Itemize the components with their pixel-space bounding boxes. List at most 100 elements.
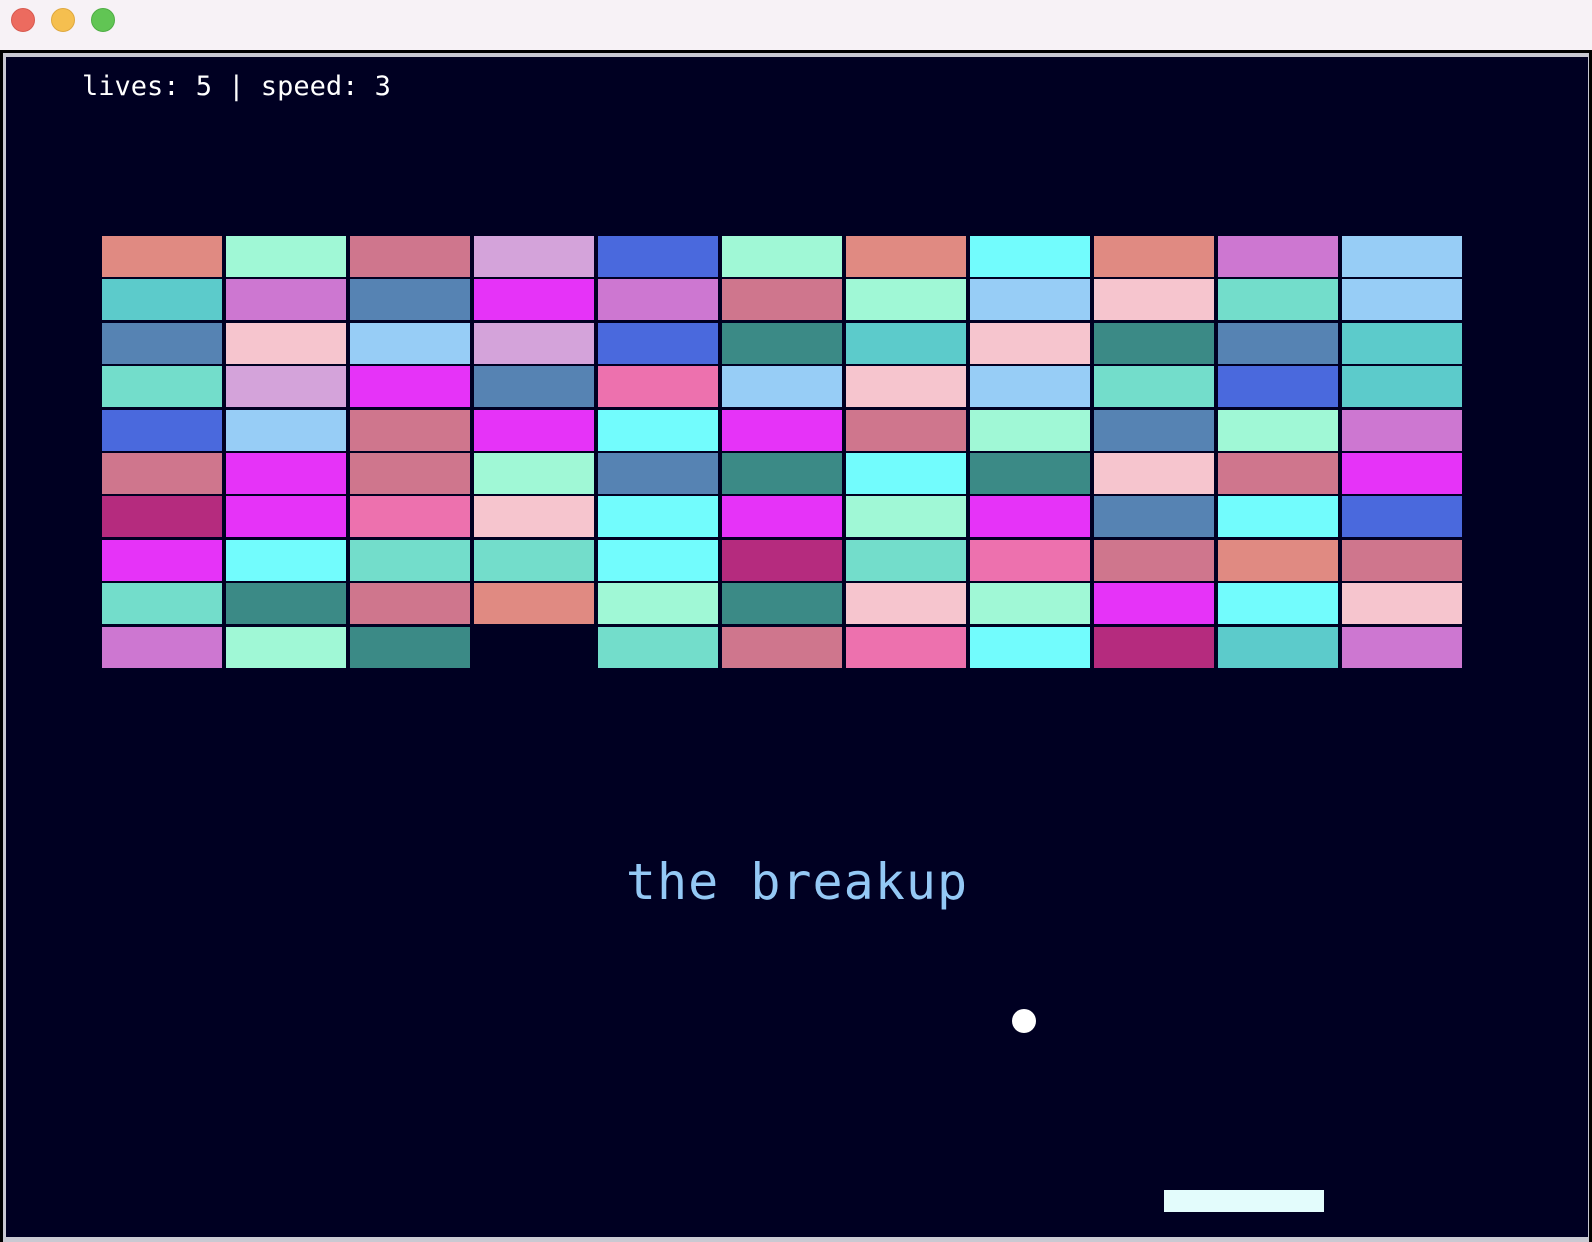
brick	[1342, 323, 1462, 364]
brick	[1094, 540, 1214, 581]
brick	[474, 323, 594, 364]
brick	[1342, 627, 1462, 668]
brick	[1094, 496, 1214, 537]
brick	[102, 236, 222, 277]
brick	[102, 583, 222, 624]
brick	[102, 453, 222, 494]
brick	[722, 496, 842, 537]
brick	[474, 236, 594, 277]
brick	[722, 323, 842, 364]
brick	[350, 583, 470, 624]
close-window-button[interactable]	[11, 8, 35, 32]
brick	[474, 366, 594, 407]
brick	[1218, 279, 1338, 320]
brick	[226, 627, 346, 668]
brick	[226, 323, 346, 364]
brick	[1094, 410, 1214, 451]
brick	[1342, 453, 1462, 494]
game-canvas[interactable]: lives: 5 | speed: 3 the breakup	[6, 57, 1588, 1237]
brick	[970, 366, 1090, 407]
brick	[1342, 583, 1462, 624]
brick	[970, 496, 1090, 537]
brick	[598, 366, 718, 407]
brick	[598, 496, 718, 537]
brick	[970, 540, 1090, 581]
brick	[598, 279, 718, 320]
brick	[102, 627, 222, 668]
brick	[1218, 410, 1338, 451]
brick	[1218, 496, 1338, 537]
brick	[598, 410, 718, 451]
brick	[226, 366, 346, 407]
brick	[846, 496, 966, 537]
paddle[interactable]	[1164, 1190, 1324, 1212]
brick	[722, 236, 842, 277]
brick	[722, 366, 842, 407]
brick	[1094, 279, 1214, 320]
brick	[846, 453, 966, 494]
brick	[1218, 540, 1338, 581]
minimize-window-button[interactable]	[51, 8, 75, 32]
brick	[598, 453, 718, 494]
brick	[350, 323, 470, 364]
brick	[1342, 366, 1462, 407]
brick	[226, 583, 346, 624]
brick	[598, 627, 718, 668]
brick	[970, 410, 1090, 451]
brick	[970, 627, 1090, 668]
brick	[846, 236, 966, 277]
brick	[226, 540, 346, 581]
brick	[102, 496, 222, 537]
brick	[226, 410, 346, 451]
hud-status: lives: 5 | speed: 3	[82, 71, 391, 102]
brick	[846, 540, 966, 581]
brick	[226, 279, 346, 320]
brick-grid	[102, 236, 1470, 670]
brick	[1094, 236, 1214, 277]
brick	[1342, 236, 1462, 277]
brick	[598, 540, 718, 581]
brick	[474, 496, 594, 537]
brick	[1218, 453, 1338, 494]
brick	[598, 583, 718, 624]
brick	[846, 323, 966, 364]
brick	[474, 453, 594, 494]
brick	[226, 496, 346, 537]
brick	[1218, 627, 1338, 668]
brick	[1094, 366, 1214, 407]
brick	[474, 279, 594, 320]
brick	[1094, 323, 1214, 364]
brick	[1218, 583, 1338, 624]
window-titlebar	[0, 0, 1592, 50]
brick	[846, 583, 966, 624]
brick	[1218, 323, 1338, 364]
brick	[474, 540, 594, 581]
brick	[102, 540, 222, 581]
game-title: the breakup	[625, 853, 969, 911]
brick	[722, 583, 842, 624]
brick	[1342, 496, 1462, 537]
maximize-window-button[interactable]	[91, 8, 115, 32]
brick	[1218, 366, 1338, 407]
brick	[722, 627, 842, 668]
brick	[102, 366, 222, 407]
brick	[1342, 279, 1462, 320]
brick	[474, 583, 594, 624]
brick	[226, 453, 346, 494]
brick	[1342, 540, 1462, 581]
brick	[1094, 627, 1214, 668]
brick	[1342, 410, 1462, 451]
brick	[970, 453, 1090, 494]
brick	[722, 279, 842, 320]
brick	[722, 410, 842, 451]
brick	[102, 323, 222, 364]
brick	[970, 279, 1090, 320]
brick	[970, 583, 1090, 624]
brick	[846, 627, 966, 668]
brick	[350, 453, 470, 494]
brick	[970, 236, 1090, 277]
brick	[102, 279, 222, 320]
brick	[350, 540, 470, 581]
brick	[350, 627, 470, 668]
brick	[350, 496, 470, 537]
